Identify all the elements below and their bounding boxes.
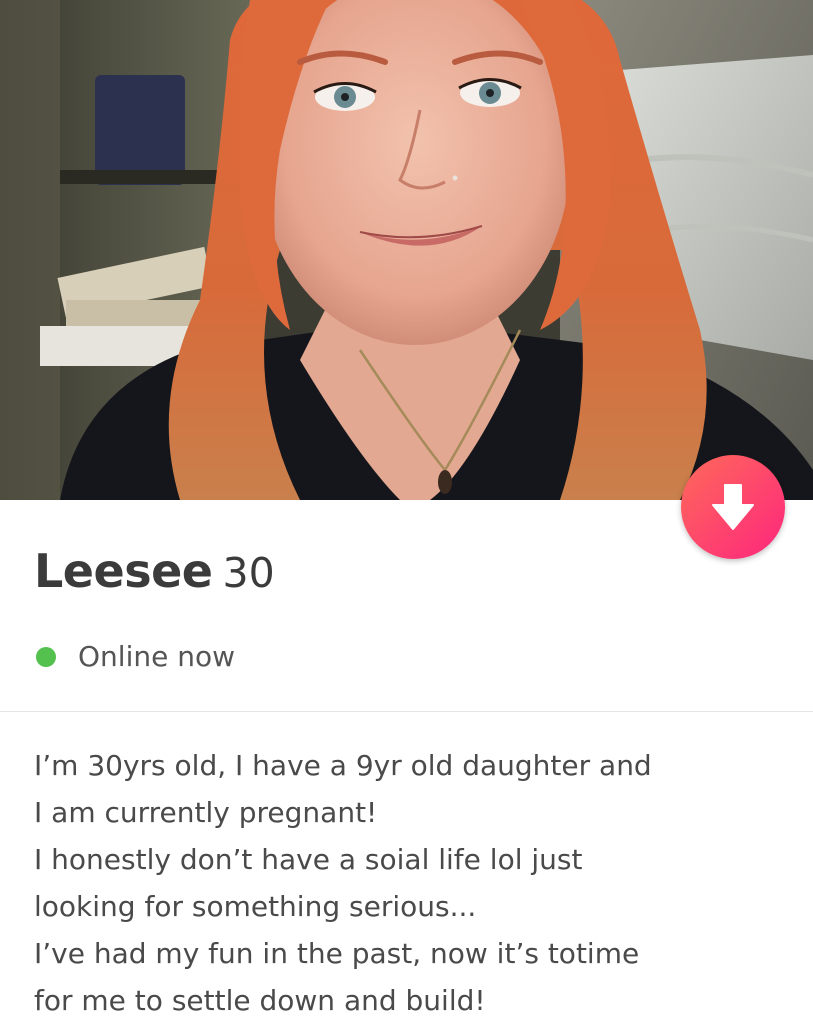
- bio-line: I’m 30yrs old, I have a 9yr old daughter…: [34, 749, 652, 782]
- profile-age: 30: [222, 549, 275, 597]
- profile-screen: Leesee 30 Online now I’m 30yrs old, I hav…: [0, 0, 813, 1023]
- online-status: Online now: [36, 640, 235, 673]
- bio-line: for me to settle down and build!: [34, 984, 486, 1017]
- arrow-down-icon: [711, 483, 755, 531]
- profile-photo[interactable]: [0, 0, 813, 500]
- online-indicator-dot: [36, 646, 56, 667]
- bio-line: I am currently pregnant!: [34, 796, 378, 829]
- section-divider: [0, 711, 813, 712]
- view-profile-down-button[interactable]: [681, 455, 785, 559]
- bio-line: I’ve had my fun in the past, now it’s to…: [34, 937, 640, 970]
- bio-line: I honestly don’t have a soial life lol j…: [34, 843, 583, 876]
- profile-name: Leesee: [34, 544, 213, 598]
- name-age-row: Leesee 30: [34, 548, 275, 594]
- status-text: Online now: [78, 640, 235, 673]
- profile-bio: I’m 30yrs old, I have a 9yr old daughter…: [34, 742, 794, 1023]
- bio-line: looking for something serious...: [34, 890, 477, 923]
